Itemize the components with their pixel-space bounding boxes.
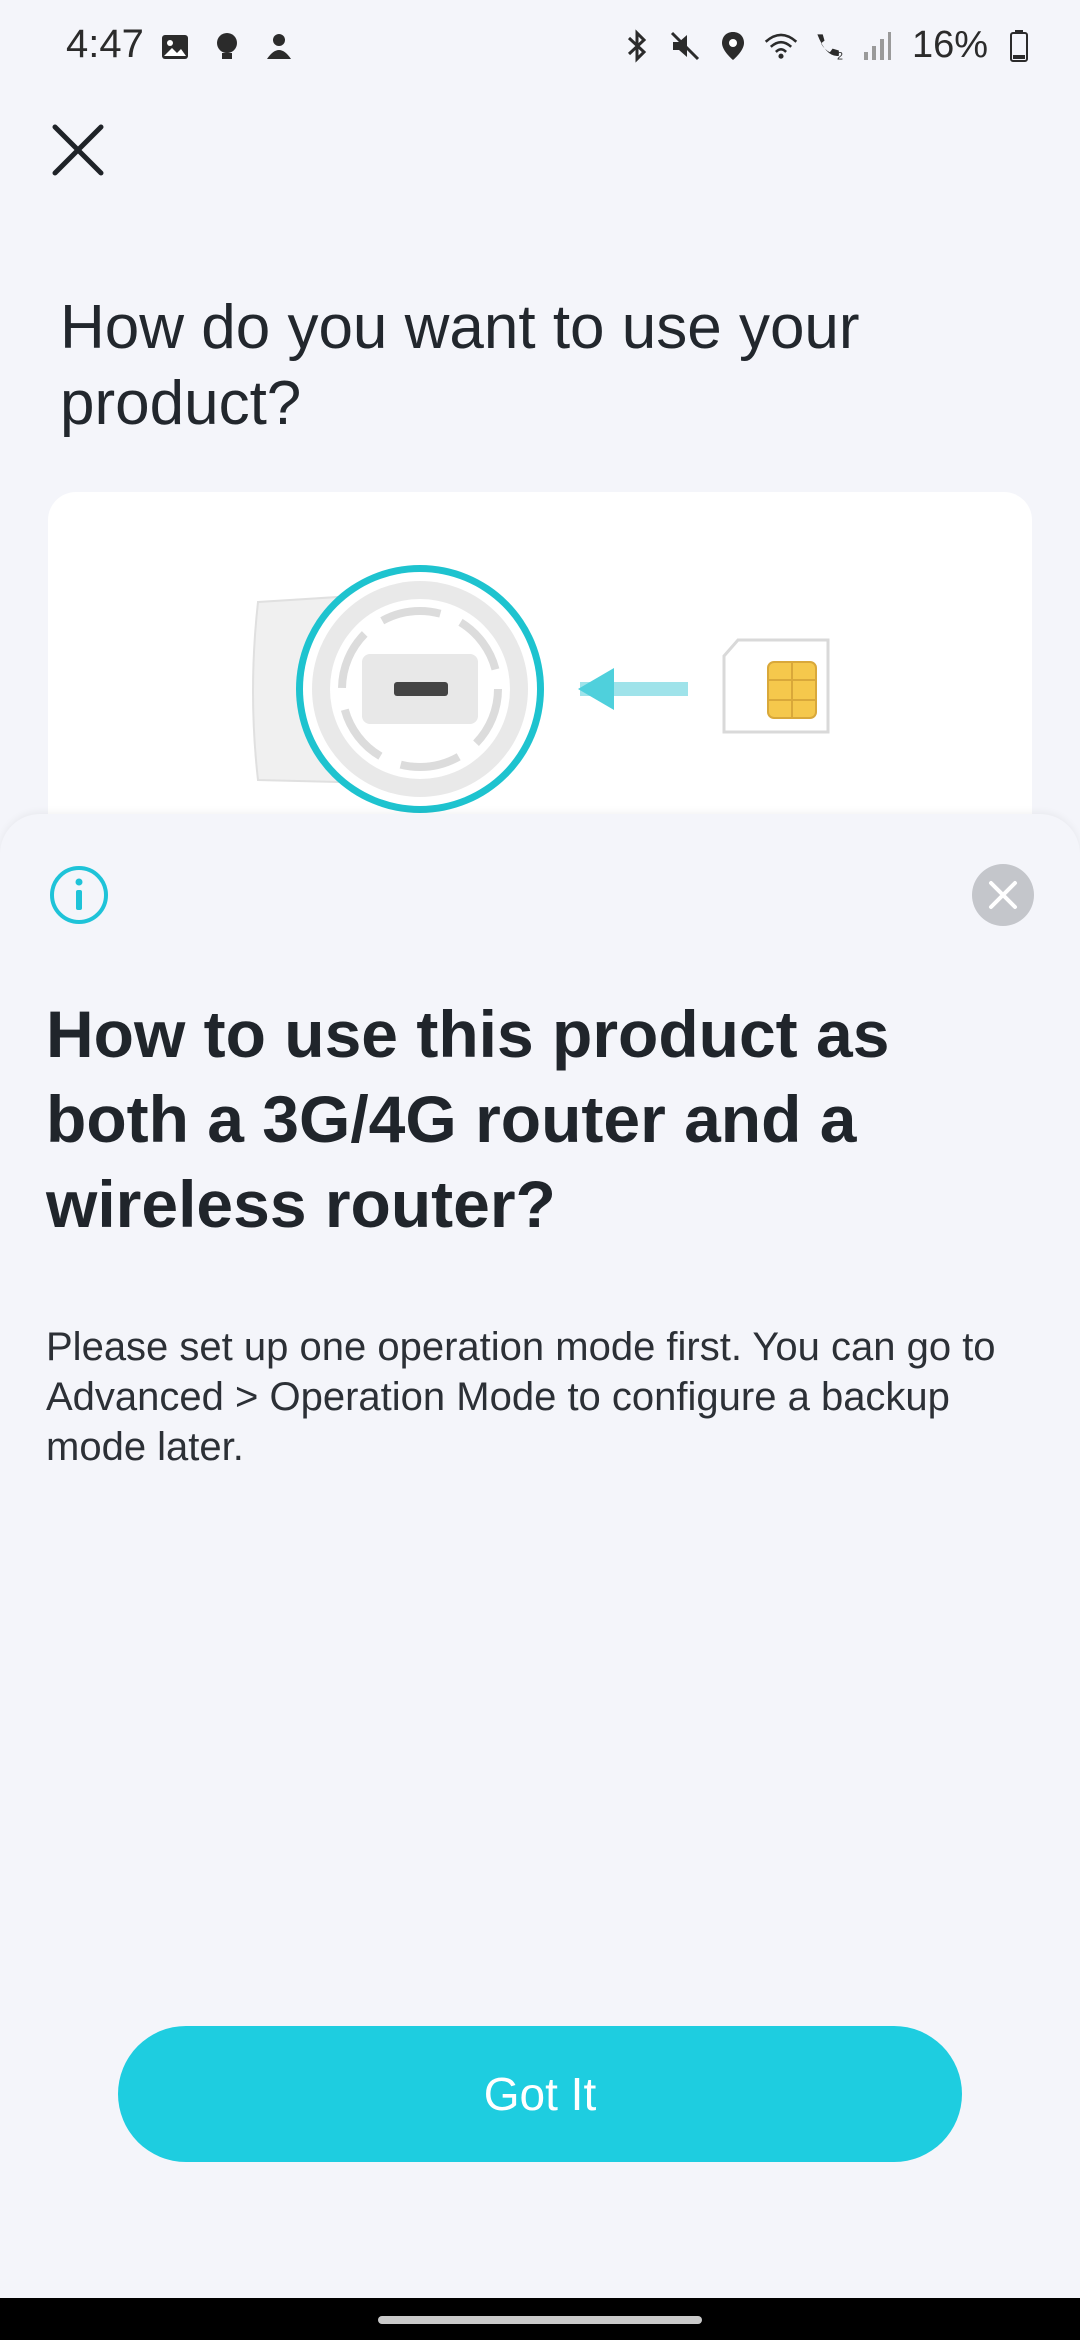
sheet-title: How to use this product as both a 3G/4G … [46,997,890,1241]
gallery-icon [158,30,192,64]
close-button[interactable] [46,118,110,182]
status-bar: 4:47 2 16% [0,0,1080,96]
signal-icon [860,29,894,63]
close-icon [989,881,1017,909]
close-icon [52,124,104,176]
sheet-description: Please set up one operation mode first. … [46,1325,996,1469]
wifi-calling-icon: 2 [812,29,846,63]
svg-text:2: 2 [837,50,843,62]
mute-icon [668,29,702,63]
router-sim-illustration [252,565,830,813]
sheet-close-button[interactable] [972,864,1034,926]
bulb-icon [210,30,244,64]
app-screen: 4:47 2 16% How do you want to use your p… [0,0,1080,2340]
battery-icon [1002,29,1036,63]
home-gesture-handle[interactable] [378,2316,702,2324]
location-icon [716,29,750,63]
info-bottom-sheet: How to use this product as both a 3G/4G … [0,814,1080,2298]
info-icon [48,864,110,926]
page-title: How do you want to use your product? [60,293,860,438]
product-illustration-card [48,492,1032,852]
battery-percentage: 16% [911,24,988,66]
status-time: 4:47 [66,22,144,66]
gamepad-icon [262,30,296,64]
wifi-icon [764,29,798,63]
got-it-button[interactable]: Got It [118,2026,962,2162]
bluetooth-icon [620,28,654,63]
navigation-bar [0,2298,1080,2340]
